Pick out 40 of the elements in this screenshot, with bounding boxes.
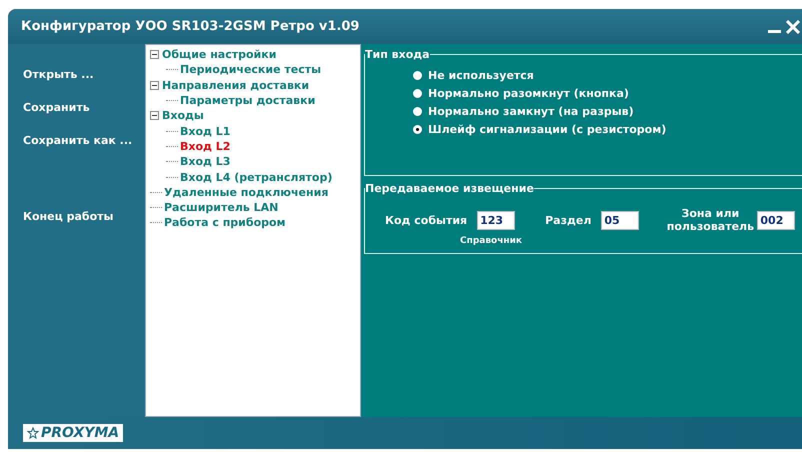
tree-item[interactable]: Вход L3	[150, 154, 356, 170]
menu-button[interactable]: Сохранить	[23, 101, 90, 114]
group-title: Тип входа	[365, 48, 430, 61]
tree-item[interactable]: Общие настройки	[150, 47, 356, 62]
tree-item[interactable]: Параметры доставки	[150, 92, 356, 108]
logo-text: PROXYMA	[41, 425, 120, 441]
tree-item[interactable]: Вход L2	[150, 138, 356, 154]
input-field[interactable]: 05	[601, 210, 640, 230]
tree-item[interactable]: Расширитель LAN	[150, 200, 356, 216]
tree-item[interactable]: Вход L4 (ретранслятор)	[150, 169, 356, 185]
collapse-icon[interactable]	[150, 50, 159, 60]
radio-option[interactable]: Нормально разомкнут (кнопка)	[413, 87, 802, 100]
field-label: Раздел	[545, 214, 592, 226]
radio-option[interactable]: Шлейф сигнализации (с резистором)	[413, 123, 802, 136]
star-icon	[27, 427, 39, 439]
tree-item[interactable]: Вход L1	[150, 123, 356, 139]
collapse-icon[interactable]	[150, 80, 159, 90]
group-title: Передаваемое извещение	[365, 182, 534, 195]
menu-button[interactable]: Открыть ...	[23, 68, 94, 81]
radio-icon[interactable]	[413, 71, 422, 80]
tree-item[interactable]: Направления доставки	[150, 78, 356, 93]
tree-item[interactable]: Периодические тесты	[150, 62, 356, 78]
menu-button[interactable]: Конец работы	[23, 210, 114, 223]
radio-option[interactable]: Не используется	[413, 69, 802, 82]
radio-icon[interactable]	[413, 125, 422, 134]
field-label: Код события	[385, 214, 468, 226]
tree-item[interactable]: Входы	[150, 108, 356, 124]
reference-link[interactable]: Справочник	[460, 236, 522, 246]
collapse-icon[interactable]	[150, 111, 159, 120]
menu-button[interactable]: Сохранить как ...	[23, 134, 132, 147]
window-title: Конфигуратор УОО SR103-2GSM Ретро v1.09	[21, 19, 360, 34]
radio-icon[interactable]	[413, 89, 422, 98]
input-field[interactable]: 002	[757, 210, 796, 230]
tree-item[interactable]: Удаленные подключения	[150, 184, 356, 200]
close-icon[interactable]	[786, 20, 800, 34]
input-field[interactable]: 123	[477, 210, 516, 230]
radio-option[interactable]: Нормально замкнут (на разрыв)	[413, 105, 802, 118]
radio-icon[interactable]	[413, 107, 422, 116]
field-label: Зона или пользователь	[666, 207, 756, 233]
tree-item[interactable]: Работа с прибором	[150, 215, 356, 231]
